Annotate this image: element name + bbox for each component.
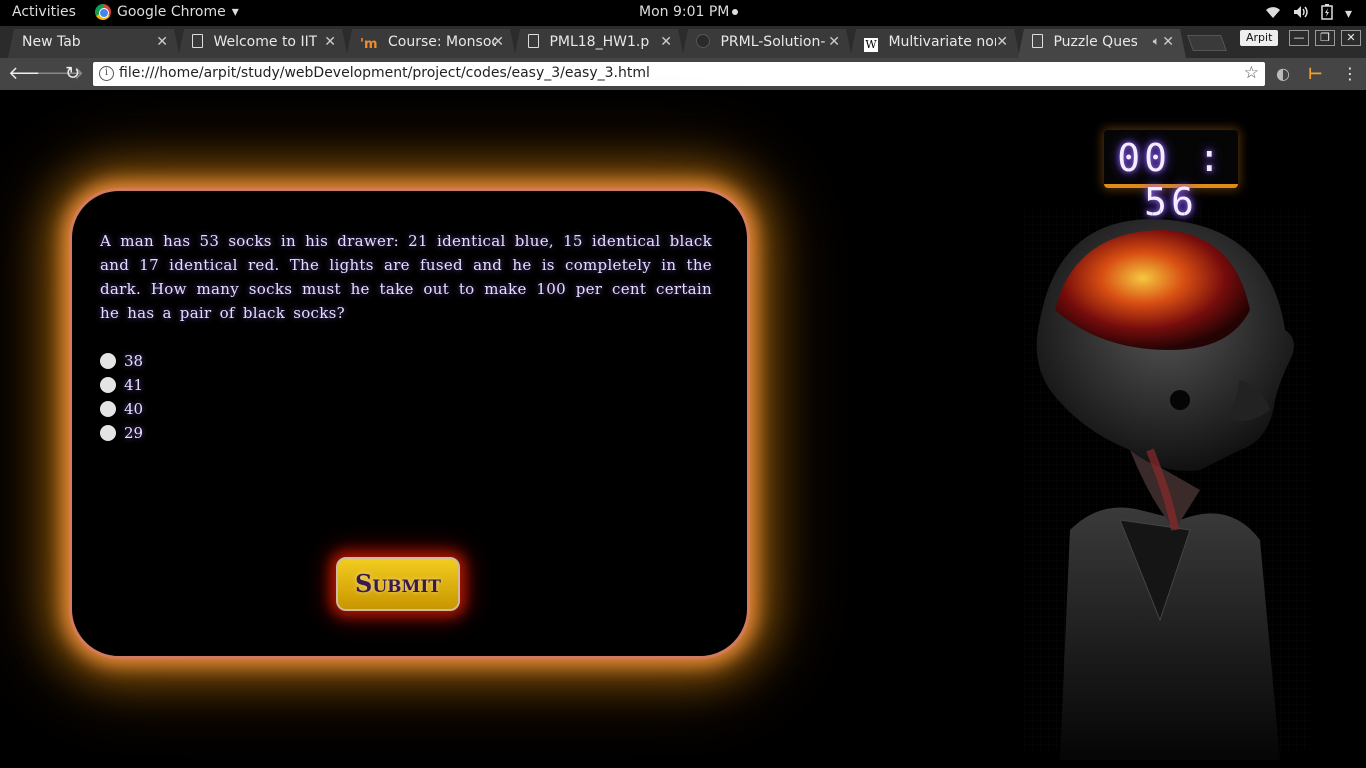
option-40[interactable]: 40: [100, 397, 143, 421]
option-label: 41: [124, 376, 144, 394]
tab-title: PRML-Solution-: [720, 34, 826, 50]
option-label: 29: [124, 424, 144, 442]
answer-options: 38 41 40 29: [100, 349, 143, 445]
tab-strip: New Tab ✕ Welcome to IIT ✕ 'm Course: Mo…: [0, 26, 1366, 58]
tab-title: Welcome to IIT: [213, 34, 318, 50]
browser-toolbar: 🡐 🡒 ↻ i file:///home/arpit/study/webDeve…: [0, 58, 1366, 90]
bookmark-star-icon[interactable]: ☆: [1244, 63, 1259, 83]
tab-title: Course: Monsoo: [387, 34, 496, 50]
wikipedia-icon: W: [865, 38, 877, 51]
countdown-timer: 00 : 56: [1104, 130, 1238, 224]
address-bar[interactable]: i file:///home/arpit/study/webDevelopmen…: [93, 62, 1265, 86]
battery-icon: [1321, 4, 1333, 24]
minimize-button[interactable]: —: [1289, 30, 1309, 46]
close-icon[interactable]: ✕: [492, 34, 504, 50]
app-menu[interactable]: Google Chrome ▾: [95, 4, 239, 20]
system-top-bar: Activities Google Chrome ▾ Mon 9:01 PM ▾: [0, 0, 1366, 26]
profile-badge[interactable]: Arpit: [1240, 30, 1279, 46]
extension-icon[interactable]: ◐: [1276, 64, 1290, 83]
quiz-card: A man has 53 socks in his drawer: 21 ide…: [69, 188, 750, 659]
close-window-button[interactable]: ✕: [1341, 30, 1361, 46]
tab-new-tab[interactable]: New Tab ✕: [8, 29, 180, 58]
option-29[interactable]: 29: [100, 421, 143, 445]
tab-pml18-hw1[interactable]: PML18_HW1.p ✕: [514, 29, 684, 58]
info-icon[interactable]: i: [99, 66, 114, 81]
close-icon[interactable]: ✕: [828, 34, 840, 50]
menu-dots-icon[interactable]: ⋮: [1342, 64, 1358, 83]
chevron-down-icon: ▾: [1344, 6, 1352, 22]
radio-button[interactable]: [100, 377, 116, 393]
extension-pin-icon[interactable]: ⊢: [1308, 64, 1323, 83]
clock[interactable]: Mon 9:01 PM: [639, 4, 739, 20]
close-icon[interactable]: ✕: [156, 34, 168, 50]
document-icon: [192, 34, 203, 48]
document-icon: [1032, 34, 1043, 48]
page-content: A man has 53 socks in his drawer: 21 ide…: [0, 90, 1366, 768]
url-text: file:///home/arpit/study/webDevelopment/…: [119, 65, 650, 81]
wifi-icon: [1265, 5, 1281, 23]
close-icon[interactable]: ✕: [324, 34, 336, 50]
radio-button[interactable]: [100, 401, 116, 417]
tab-prml-solution[interactable]: PRML-Solution- ✕: [682, 29, 852, 58]
notification-dot-icon: [732, 9, 739, 15]
activities-button[interactable]: Activities: [12, 4, 76, 20]
radio-button[interactable]: [100, 425, 116, 441]
reload-icon[interactable]: ↻: [65, 63, 80, 84]
close-icon[interactable]: ✕: [1162, 34, 1174, 50]
clock-label: Mon 9:01 PM: [639, 4, 730, 20]
option-41[interactable]: 41: [100, 373, 143, 397]
tab-title: New Tab: [22, 34, 81, 50]
audio-playing-icon[interactable]: 🔈︎: [1153, 34, 1160, 49]
tab-multivariate[interactable]: W Multivariate nor ✕: [850, 29, 1020, 58]
new-tab-button[interactable]: [1187, 35, 1227, 51]
question-text: A man has 53 socks in his drawer: 21 ide…: [100, 232, 712, 322]
tab-welcome-iit[interactable]: Welcome to IIT ✕: [178, 29, 348, 58]
monsoon-icon: 'm: [360, 37, 378, 52]
document-icon: [528, 34, 539, 48]
app-menu-label: Google Chrome: [117, 4, 226, 20]
close-icon[interactable]: ✕: [660, 34, 672, 50]
github-icon: [696, 34, 710, 48]
tab-course-monsoon[interactable]: 'm Course: Monsoo ✕: [346, 29, 516, 58]
brain-skull-portrait-image: [1020, 210, 1310, 760]
option-label: 40: [124, 400, 144, 418]
tab-title: Puzzle Quest: [1053, 34, 1138, 50]
volume-icon: [1293, 5, 1309, 23]
tab-title: PML18_HW1.p: [549, 34, 650, 50]
system-status-area[interactable]: ▾: [1265, 4, 1352, 24]
submit-button[interactable]: Submit: [336, 557, 460, 611]
option-38[interactable]: 38: [100, 349, 143, 373]
radio-button[interactable]: [100, 353, 116, 369]
option-label: 38: [124, 352, 144, 370]
tab-puzzle-quest[interactable]: Puzzle Quest 🔈︎ ✕: [1018, 29, 1186, 58]
close-icon[interactable]: ✕: [996, 34, 1008, 50]
chevron-down-icon: ▾: [231, 4, 239, 20]
restore-button[interactable]: ❐: [1315, 30, 1335, 46]
tab-title: Multivariate nor: [888, 34, 997, 50]
chrome-icon: [95, 4, 111, 20]
